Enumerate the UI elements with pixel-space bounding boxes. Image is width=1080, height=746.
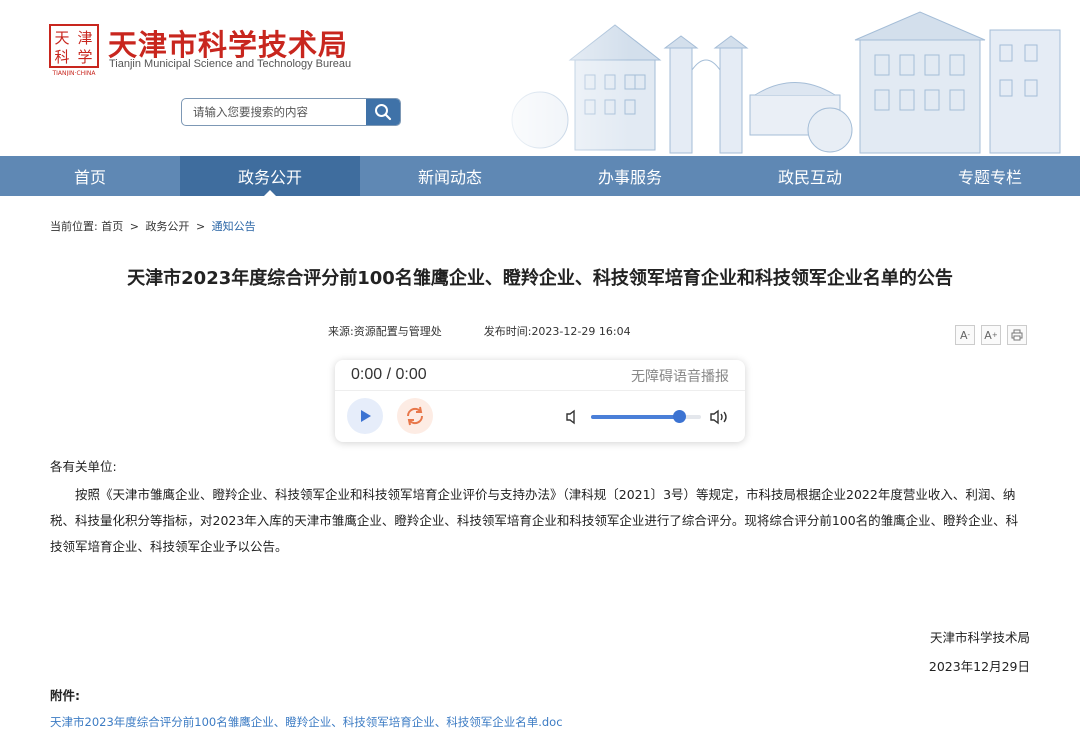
site-header: 天 津 科 学 TIANJIN·CHINA 天津市科学技术局 Tianjin M… [0,0,1080,156]
breadcrumb-home[interactable]: 首页 [101,220,123,233]
article-meta: 来源:资源配置与管理处 发布时间:2023-12-29 16:04 [328,323,631,339]
font-larger-label: A [984,328,992,342]
play-button[interactable] [347,398,383,434]
nav-item-government-affairs[interactable]: 政务公开 [180,156,360,196]
svg-text:科: 科 [54,48,69,66]
volume-slider[interactable] [591,410,701,423]
audio-player: 0:00 / 0:00 无障碍语音播报 [335,360,745,442]
attachment-link[interactable]: 天津市2023年度综合评分前100名雏鹰企业、瞪羚企业、科技领军培育企业、科技领… [50,714,563,730]
svg-text:天: 天 [54,29,69,47]
divider [335,390,745,391]
article-title: 天津市2023年度综合评分前100名雏鹰企业、瞪羚企业、科技领军培育企业和科技领… [127,268,953,289]
svg-text:TIANJIN·CHINA: TIANJIN·CHINA [51,70,96,76]
article-tools: A- A + [955,325,1027,345]
play-icon [361,410,371,422]
print-button[interactable] [1007,325,1027,345]
svg-text:津: 津 [77,29,92,47]
breadcrumb-prefix: 当前位置: [50,220,98,233]
source-label: 来源: [328,325,354,338]
active-caret-icon [264,190,276,196]
search-box [181,98,401,126]
search-input[interactable] [182,99,368,125]
published-label: 发布时间: [483,325,532,338]
speaker-mute-icon[interactable] [565,409,579,425]
search-icon [375,104,392,121]
font-smaller-label: A [959,328,968,342]
loop-icon [406,406,424,426]
svg-text:学: 学 [77,48,92,66]
audio-label: 无障碍语音播报 [631,369,729,385]
main-nav: 首页 政务公开 新闻动态 办事服务 政民互动 专题专栏 [0,156,1080,196]
print-icon [1011,329,1023,341]
nav-item-home[interactable]: 首页 [0,156,180,196]
signer: 天津市科学技术局 [929,630,1030,645]
font-larger-button[interactable]: A + [981,325,1001,345]
published-value: 2023-12-29 16:04 [531,325,631,338]
search-button[interactable] [366,99,400,125]
loop-button[interactable] [397,398,433,434]
speaker-volume-icon[interactable] [709,408,731,426]
attachment-label: 附件: [50,688,80,703]
nav-item-interaction[interactable]: 政民互动 [720,156,900,196]
audio-time: 0:00 / 0:00 [351,366,427,383]
breadcrumb-government-affairs[interactable]: 政务公开 [145,220,189,233]
nav-item-news[interactable]: 新闻动态 [360,156,540,196]
issue-date: 2023年12月29日 [928,659,1030,674]
breadcrumb-separator: > [195,220,206,233]
breadcrumb-notices[interactable]: 通知公告 [212,220,256,233]
article-body: 按照《天津市雏鹰企业、瞪羚企业、科技领军企业和科技领军培育企业评价与支持办法》（… [50,487,1019,554]
salutation: 各有关单位: [50,459,117,474]
tianjin-seal-logo: 天 津 科 学 TIANJIN·CHINA [49,24,99,76]
breadcrumb: 当前位置: 首页 > 政务公开 > 通知公告 [50,218,256,234]
building-illustration [480,0,1080,156]
nav-item-label: 政务公开 [237,168,302,187]
nav-item-topics[interactable]: 专题专栏 [900,156,1080,196]
breadcrumb-separator: > [129,220,139,233]
volume-knob[interactable] [673,410,686,423]
font-smaller-button[interactable]: A- [955,325,975,345]
nav-item-services[interactable]: 办事服务 [540,156,720,196]
site-subtitle: Tianjin Municipal Science and Technology… [109,58,352,70]
source-value: 资源配置与管理处 [353,325,442,338]
volume-fill [591,415,679,419]
